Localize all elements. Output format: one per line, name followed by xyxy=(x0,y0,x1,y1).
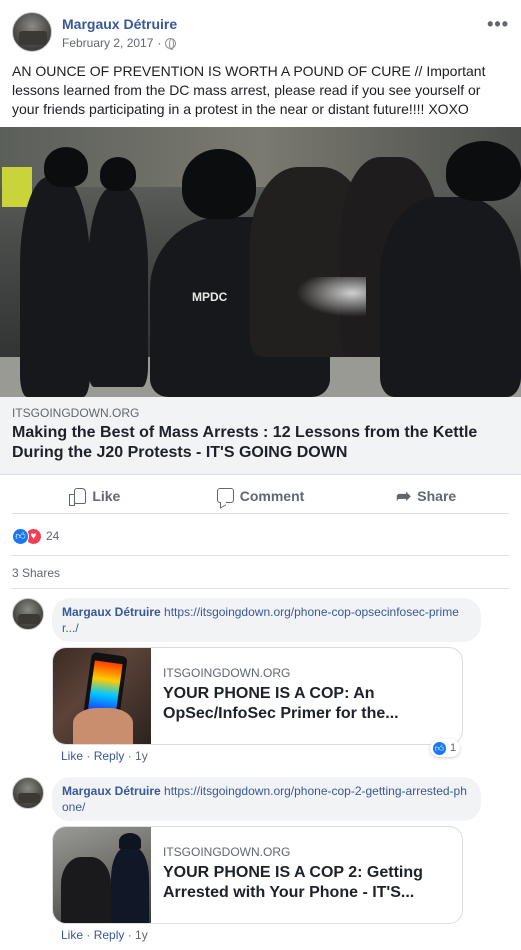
image-helmet-badge: MPDC xyxy=(192,290,228,304)
comment-reaction-count: 1 xyxy=(450,742,457,754)
post-text: AN OUNCE OF PREVENTION IS WORTH A POUND … xyxy=(12,63,486,117)
comment-like-link[interactable]: Like xyxy=(61,749,83,763)
card-thumbnail xyxy=(53,827,151,923)
image-officer xyxy=(380,197,521,397)
reaction-count: 24 xyxy=(46,529,60,543)
card-domain: ITSGOINGDOWN.ORG xyxy=(163,845,291,859)
image-officer xyxy=(20,177,90,397)
facebook-post: Margaux Détruire February 2, 2017 · ••• … xyxy=(0,0,521,950)
like-button[interactable]: Like xyxy=(12,478,178,513)
link-domain: ITSGOINGDOWN.ORG xyxy=(12,406,140,420)
comment-icon xyxy=(216,488,234,503)
divider xyxy=(12,555,509,556)
comment-reply-link[interactable]: Reply xyxy=(94,928,125,942)
divider xyxy=(12,588,509,589)
thumbs-up-icon xyxy=(69,487,87,506)
comment-author[interactable]: Margaux Détruire xyxy=(62,784,161,798)
card-thumbnail xyxy=(53,648,151,744)
comment-reply-link[interactable]: Reply xyxy=(94,749,125,763)
globe-icon[interactable] xyxy=(165,37,177,50)
like-label: Like xyxy=(92,487,121,504)
comment-button[interactable]: Comment xyxy=(178,478,344,513)
post-header: Margaux Détruire February 2, 2017 · ••• xyxy=(12,12,509,54)
hand-image xyxy=(73,708,133,744)
comment-link-card[interactable]: ITSGOINGDOWN.ORG YOUR PHONE IS A COP 2: … xyxy=(52,826,463,924)
card-title: YOUR PHONE IS A COP 2: Getting Arrested … xyxy=(163,864,423,901)
author-avatar[interactable] xyxy=(12,12,52,52)
comment-age[interactable]: 1y xyxy=(135,928,148,942)
post-date[interactable]: February 2, 2017 xyxy=(62,36,153,50)
comment-link-card[interactable]: ITSGOINGDOWN.ORG YOUR PHONE IS A COP: An… xyxy=(52,647,463,745)
officer-image xyxy=(111,847,149,923)
link-title[interactable]: Making the Best of Mass Arrests : 12 Les… xyxy=(12,423,502,463)
share-button[interactable]: ➦ Share xyxy=(343,478,509,513)
post-actions: Like Comment ➦ Share xyxy=(12,478,509,514)
officer-cap-image xyxy=(119,833,141,849)
image-helmet xyxy=(182,149,256,219)
commenter-avatar[interactable] xyxy=(12,777,44,809)
thermal-screen xyxy=(87,660,123,714)
share-label: Share xyxy=(417,487,457,504)
comment-author[interactable]: Margaux Détruire xyxy=(62,605,161,619)
shares-count[interactable]: 3 Shares xyxy=(12,566,60,580)
comment-actions: Like · Reply · 1y xyxy=(61,749,148,763)
meta-separator: · xyxy=(157,36,162,50)
image-helmet xyxy=(446,141,521,201)
arrested-person-image xyxy=(61,857,111,923)
comment-actions: Like · Reply · 1y xyxy=(61,928,148,942)
comment-reaction-badge[interactable]: 👍︎ 1 xyxy=(430,739,461,757)
comment-label: Comment xyxy=(239,487,305,504)
more-options-icon[interactable]: ••• xyxy=(487,14,509,35)
link-preview-image[interactable]: MPDC xyxy=(0,127,521,397)
comment-bubble: Margaux Détruire https://itsgoingdown.or… xyxy=(52,777,481,821)
image-helmet xyxy=(100,157,136,191)
comment-like-link[interactable]: Like xyxy=(61,928,83,942)
image-spray xyxy=(296,277,366,317)
commenter-avatar[interactable] xyxy=(12,598,44,630)
link-preview-meta[interactable]: ITSGOINGDOWN.ORG Making the Best of Mass… xyxy=(0,397,521,475)
image-officer xyxy=(88,187,148,387)
comment-bubble: Margaux Détruire https://itsgoingdown.or… xyxy=(52,598,481,642)
post-meta: February 2, 2017 · xyxy=(62,36,177,50)
comment-age[interactable]: 1y xyxy=(135,749,148,763)
share-icon: ➦ xyxy=(396,485,412,506)
reactions-summary[interactable]: 👍︎ ♥ 24 xyxy=(12,526,59,546)
like-reaction-icon: 👍︎ xyxy=(12,527,29,545)
author-name[interactable]: Margaux Détruire xyxy=(62,16,177,32)
card-title: YOUR PHONE IS A COP: An OpSec/InfoSec Pr… xyxy=(163,685,399,722)
image-helmet xyxy=(44,147,88,187)
card-domain: ITSGOINGDOWN.ORG xyxy=(163,666,291,680)
like-reaction-icon: 👍︎ xyxy=(432,740,447,756)
